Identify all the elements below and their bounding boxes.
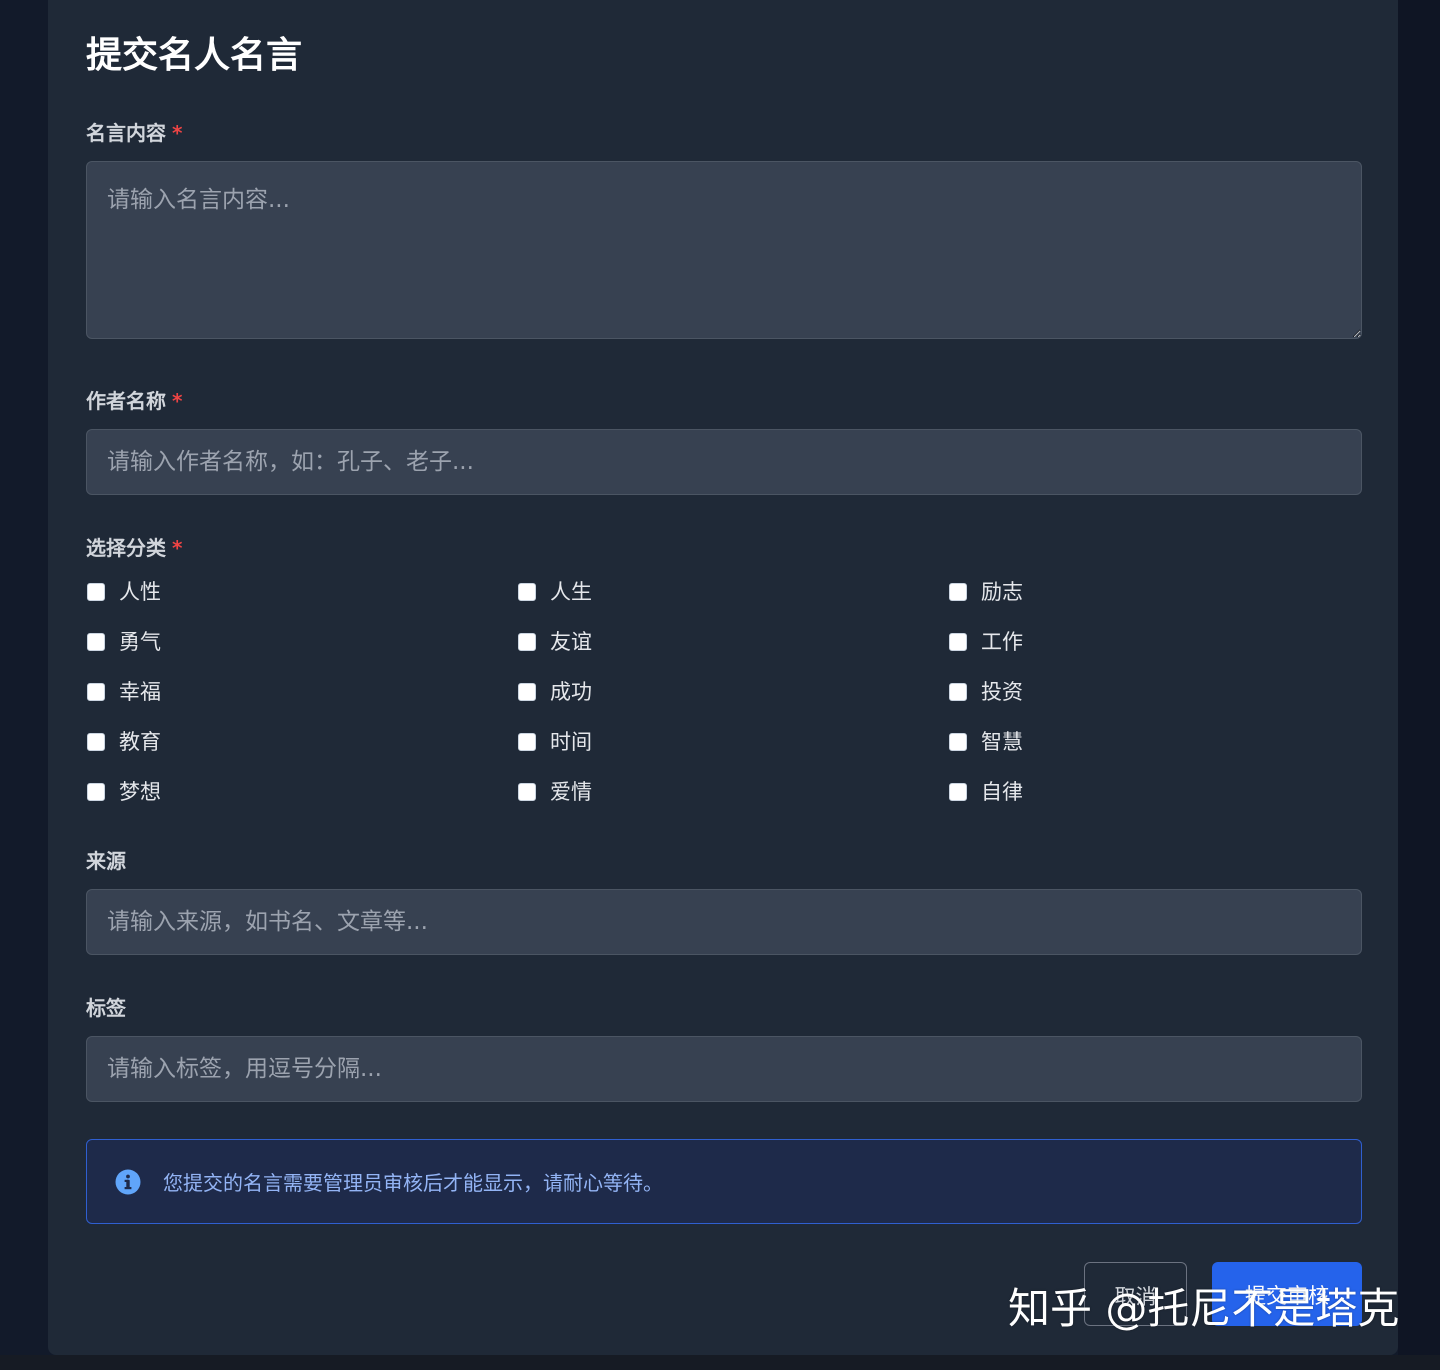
info-icon	[115, 1169, 141, 1194]
review-notice: 您提交的名言需要管理员审核后才能显示，请耐心等待。	[86, 1139, 1362, 1224]
category-option[interactable]: 人性	[87, 577, 161, 607]
quote-textarea[interactable]	[86, 161, 1362, 339]
category-option-label: 投资	[981, 680, 1023, 704]
category-option[interactable]: 智慧	[949, 727, 1023, 757]
category-option-label: 时间	[550, 730, 592, 754]
checkbox[interactable]	[949, 583, 967, 601]
category-option-label: 友谊	[550, 630, 592, 654]
author-label-text: 作者名称	[86, 389, 166, 413]
category-label-text: 选择分类	[86, 536, 166, 560]
page-bottom-strip	[0, 1355, 1440, 1370]
category-option[interactable]: 幸福	[87, 677, 161, 707]
category-option[interactable]: 教育	[87, 727, 161, 757]
checkbox[interactable]	[949, 633, 967, 651]
category-option[interactable]: 人生	[518, 577, 592, 607]
category-option[interactable]: 励志	[949, 577, 1023, 607]
tags-label: 标签	[86, 996, 126, 1020]
checkbox[interactable]	[949, 783, 967, 801]
category-option[interactable]: 勇气	[87, 627, 161, 657]
category-option-label: 人生	[550, 580, 592, 604]
category-option[interactable]: 投资	[949, 677, 1023, 707]
checkbox[interactable]	[87, 633, 105, 651]
category-option-label: 爱情	[550, 780, 592, 804]
checkbox[interactable]	[518, 583, 536, 601]
checkbox[interactable]	[949, 683, 967, 701]
category-option[interactable]: 工作	[949, 627, 1023, 657]
category-option[interactable]: 自律	[949, 777, 1023, 807]
category-option-label: 幸福	[119, 680, 161, 704]
checkbox[interactable]	[518, 733, 536, 751]
author-input[interactable]	[86, 429, 1362, 495]
category-option-label: 智慧	[981, 730, 1023, 754]
category-option[interactable]: 梦想	[87, 777, 161, 807]
category-option-label: 自律	[981, 780, 1023, 804]
required-mark: *	[172, 389, 183, 413]
category-option-label: 勇气	[119, 630, 161, 654]
quote-label-text: 名言内容	[86, 121, 166, 145]
category-option-label: 成功	[550, 680, 592, 704]
category-label: 选择分类 *	[86, 535, 182, 561]
category-option[interactable]: 爱情	[518, 777, 592, 807]
zhihu-watermark: 知乎 @托尼不是塔克	[1008, 1284, 1400, 1333]
page-title: 提交名人名言	[86, 35, 303, 76]
category-option-label: 教育	[119, 730, 161, 754]
checkbox[interactable]	[518, 683, 536, 701]
quote-label: 名言内容 *	[86, 120, 182, 146]
checkbox[interactable]	[518, 783, 536, 801]
checkbox[interactable]	[518, 633, 536, 651]
source-label: 来源	[86, 849, 126, 873]
checkbox[interactable]	[87, 733, 105, 751]
required-mark: *	[172, 121, 183, 145]
notice-text: 您提交的名言需要管理员审核后才能显示，请耐心等待。	[163, 1171, 663, 1195]
checkbox[interactable]	[87, 683, 105, 701]
checkbox[interactable]	[87, 783, 105, 801]
checkbox[interactable]	[87, 583, 105, 601]
page-gutter-right	[1398, 0, 1440, 1370]
tags-input[interactable]	[86, 1036, 1362, 1102]
category-option-label: 工作	[981, 630, 1023, 654]
category-option[interactable]: 成功	[518, 677, 592, 707]
author-label: 作者名称 *	[86, 388, 182, 414]
category-option[interactable]: 友谊	[518, 627, 592, 657]
category-option-label: 梦想	[119, 780, 161, 804]
category-option-label: 人性	[119, 580, 161, 604]
checkbox[interactable]	[949, 733, 967, 751]
category-option-label: 励志	[981, 580, 1023, 604]
required-mark: *	[172, 536, 183, 560]
source-input[interactable]	[86, 889, 1362, 955]
category-option[interactable]: 时间	[518, 727, 592, 757]
